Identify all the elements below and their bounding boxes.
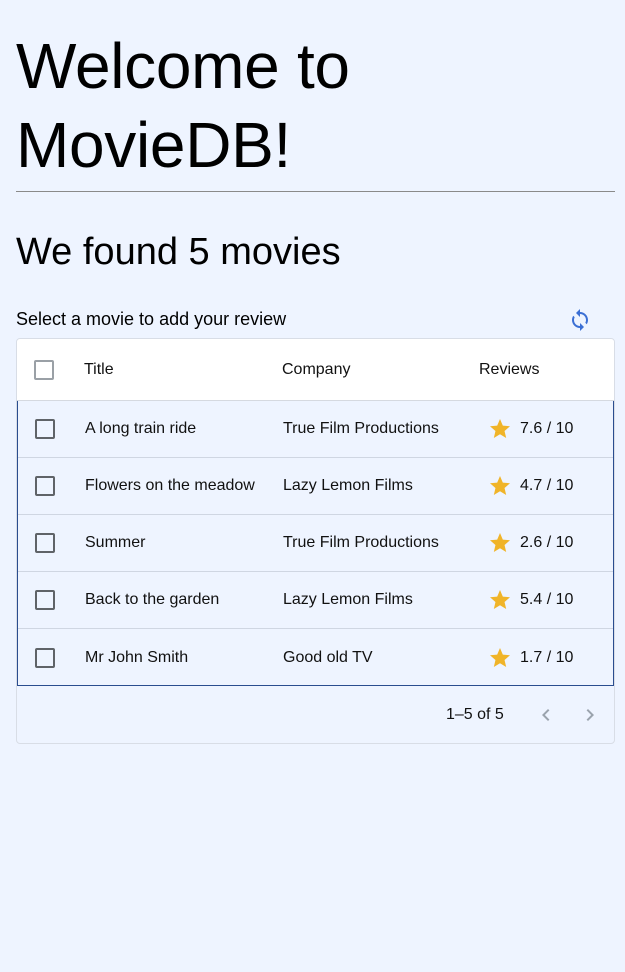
row-checkbox[interactable] [35,590,55,610]
row-checkbox-cell [35,629,59,686]
rating-value: 4.7 / 10 [520,477,574,494]
movie-title: Summer [85,534,146,551]
page-title: Welcome to MovieDB! [16,30,350,181]
select-all-checkbox[interactable] [34,359,54,380]
star-icon [490,533,510,552]
star-icon [490,419,510,438]
table-row[interactable]: A long train ride True Film Productions … [18,401,613,458]
movies-table: Title Company Reviews A long train ride … [16,338,615,744]
table-row[interactable]: Mr John Smith Good old TV 1.7 / 10 [18,629,613,686]
title-divider [16,191,615,192]
star-icon [490,590,510,609]
refresh-button[interactable] [566,306,594,334]
row-checkbox-cell [35,515,59,571]
movie-title: Back to the garden [85,591,220,608]
movie-rating: 4.7 / 10 [480,458,600,514]
table-row[interactable]: Flowers on the meadow Lazy Lemon Films 4… [18,458,613,515]
rating-value: 1.7 / 10 [520,648,574,666]
row-checkbox[interactable] [35,419,55,439]
star-icon [490,476,510,495]
instruction-text: Select a movie to add your review [16,309,287,329]
row-checkbox[interactable] [35,647,55,668]
movie-title: A long train ride [85,420,197,437]
row-checkbox-cell [35,458,59,514]
row-checkbox[interactable] [35,533,55,553]
rating-value: 7.6 / 10 [520,420,574,437]
movie-company: True Film Productions [283,420,439,437]
column-header-title-label: Title [84,360,114,378]
movie-rating: 5.4 / 10 [480,572,600,628]
movie-title: Mr John Smith [85,648,189,666]
row-checkbox-cell [35,572,59,628]
star-icon [490,647,510,667]
next-page-button[interactable] [578,703,602,727]
movie-company: Lazy Lemon Films [283,477,413,494]
chevron-left-icon [542,709,550,721]
table-row[interactable]: Summer True Film Productions 2.6 / 10 [18,515,613,572]
row-checkbox[interactable] [35,476,55,496]
movie-company: True Film Productions [283,534,439,551]
rating-value: 2.6 / 10 [520,534,574,551]
table-pagination: 1–5 of 5 [17,686,614,743]
table-body: A long train ride True Film Productions … [17,401,614,686]
column-header-reviews[interactable]: Reviews [479,339,599,400]
previous-page-button[interactable] [534,703,558,727]
chevron-right-icon [586,709,594,721]
column-header-reviews-label: Reviews [479,360,540,378]
movie-rating: 7.6 / 10 [480,401,600,457]
row-checkbox-cell [35,401,59,457]
column-header-title[interactable]: Title [84,339,274,400]
movie-rating: 1.7 / 10 [480,629,600,686]
pagination-label: 1–5 of 5 [446,706,504,723]
table-header: Title Company Reviews [17,339,614,401]
column-header-company[interactable]: Company [282,339,472,400]
movie-rating: 2.6 / 10 [480,515,600,571]
results-count-heading: We found 5 movies [16,231,341,273]
refresh-icon [572,309,588,331]
table-row[interactable]: Back to the garden Lazy Lemon Films 5.4 … [18,572,613,629]
movie-title: Flowers on the meadow [85,477,255,494]
movie-company: Good old TV [283,648,373,666]
movie-company: Lazy Lemon Films [283,591,413,608]
rating-value: 5.4 / 10 [520,591,574,608]
column-header-company-label: Company [282,360,351,378]
header-checkbox-cell [34,339,58,400]
